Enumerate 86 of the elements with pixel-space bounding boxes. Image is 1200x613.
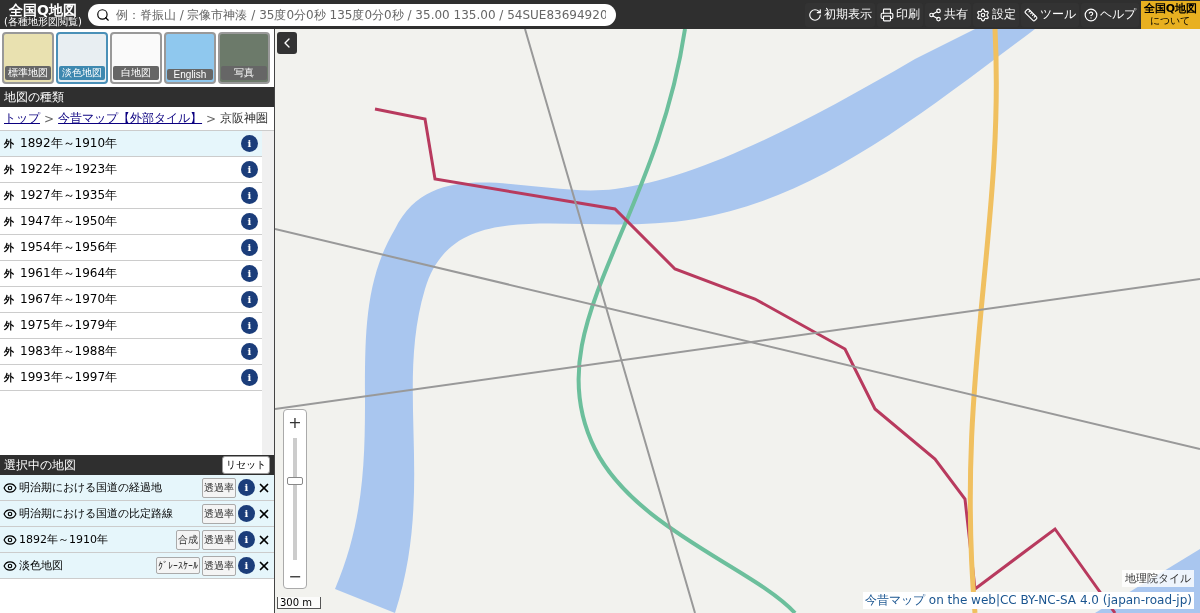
info-button[interactable]: i [241, 343, 258, 360]
help-icon [1083, 7, 1098, 22]
map-type-label: 1947年～1950年 [20, 213, 119, 230]
tile-credit: 地理院タイル [1122, 570, 1194, 587]
eye-icon[interactable] [3, 558, 17, 573]
reset-button[interactable]: リセット [222, 456, 270, 474]
map-type-label: 1954年～1956年 [20, 239, 119, 256]
map-type-item[interactable]: 外 1892年～1910年 i [0, 131, 262, 157]
printer-icon [879, 7, 894, 22]
reload-icon [807, 7, 822, 22]
selected-map-label: 明治期における国道の経過地 [19, 480, 163, 495]
info-button[interactable]: i [241, 135, 258, 152]
toolbar-button[interactable]: ヘルプ [1080, 2, 1139, 27]
section-title: 選択中の地図 [4, 456, 76, 474]
layer-option-button[interactable]: 透過率 [202, 503, 236, 524]
info-button[interactable]: i [241, 239, 258, 256]
basemap-thumbnail[interactable]: 標準地図 [2, 32, 54, 84]
breadcrumb-current[interactable]: 京阪神圏 [220, 110, 269, 127]
logo[interactable]: 全国Q地図 (各種地形図閲覧) [4, 2, 82, 27]
toolbar-button[interactable]: 共有 [924, 2, 971, 27]
external-label: 外 [4, 344, 14, 359]
info-button[interactable]: i [241, 291, 258, 308]
scale-bar: 300 m [277, 597, 321, 609]
zoom-out-button[interactable]: − [284, 564, 306, 588]
map-type-label: 1892年～1910年 [20, 135, 119, 152]
layer-option-button[interactable]: 透過率 [202, 555, 236, 576]
eye-icon[interactable] [3, 506, 17, 521]
external-label: 外 [4, 370, 14, 385]
info-button[interactable]: i [241, 265, 258, 282]
info-button[interactable]: i [238, 505, 255, 522]
map-type-label: 1922年～1923年 [20, 161, 119, 178]
external-label: 外 [4, 240, 14, 255]
layer-option-button[interactable]: 透過率 [202, 477, 236, 498]
external-label: 外 [4, 162, 14, 177]
collapse-button[interactable] [277, 32, 297, 54]
about-button[interactable]: 全国Q地図 について [1140, 0, 1200, 29]
zoom-slider-thumb[interactable] [287, 476, 303, 485]
map-type-label: 1983年～1988年 [20, 343, 119, 360]
basemap-thumbnail[interactable]: 白地図 [110, 32, 162, 84]
external-label: 外 [4, 136, 14, 151]
ruler-icon [1023, 7, 1038, 22]
basemap-thumbnail[interactable]: English [164, 32, 216, 84]
zoom-in-button[interactable]: + [284, 410, 306, 434]
breadcrumb-link[interactable]: トップ [4, 110, 40, 127]
info-button[interactable]: i [238, 531, 255, 548]
info-button[interactable]: i [241, 317, 258, 334]
toolbar-button[interactable]: ツール [1020, 2, 1079, 27]
settings-icon [975, 7, 990, 22]
search-icon [95, 7, 110, 22]
search-field[interactable]: 例：脊振山 / 宗像市神湊 / 35度0分0秒 135度0分0秒 / 35.00 135.00 / 54SUE83694920 [87, 3, 616, 26]
share-icon [927, 7, 942, 22]
selected-map-label: 淡色地図 [19, 558, 64, 573]
eye-icon[interactable] [3, 480, 17, 495]
info-button[interactable]: i [238, 479, 255, 496]
info-button[interactable]: i [241, 187, 258, 204]
basemap-thumbnail[interactable]: 写真 [218, 32, 270, 84]
selected-map-label: 1892年～1910年 [19, 532, 109, 547]
external-label: 外 [4, 188, 14, 203]
info-button[interactable]: i [241, 213, 258, 230]
external-label: 外 [4, 266, 14, 281]
info-button[interactable]: i [241, 369, 258, 386]
layer-option-button[interactable]: 透過率 [202, 529, 236, 550]
external-label: 外 [4, 292, 14, 307]
breadcrumb-separator: > [44, 111, 55, 126]
toolbar-button[interactable]: 設定 [972, 2, 1019, 27]
breadcrumb-link[interactable]: 今昔マップ【外部タイル】 [58, 110, 203, 127]
selected-map-label: 明治期における国道の比定路線 [19, 506, 174, 521]
layer-option-button[interactable]: 合成 [176, 529, 200, 550]
layer-option-button[interactable]: ｸﾞﾚｰｽｹｰﾙ [156, 557, 200, 574]
map-type-label: 1927年～1935年 [20, 187, 119, 204]
info-button[interactable]: i [238, 557, 255, 574]
basemap-thumbnail[interactable]: 淡色地図 [56, 32, 108, 84]
map-type-label: 1961年～1964年 [20, 265, 119, 282]
map-type-label: 1993年～1997年 [20, 369, 119, 386]
eye-icon[interactable] [3, 532, 17, 547]
breadcrumb-separator: > [206, 111, 217, 126]
map-type-label: 1975年～1979年 [20, 317, 119, 334]
toolbar-button[interactable]: 印刷 [876, 2, 923, 27]
section-title: 地図の種類 [4, 88, 64, 106]
toolbar-button[interactable]: 初期表示 [804, 2, 875, 27]
map-view[interactable]: + − 300 m 地理院タイル 今昔マップ on the web|CC BY-NC-SA 4.0 (japan-road-jp) [275, 29, 1200, 613]
info-button[interactable]: i [241, 161, 258, 178]
external-label: 外 [4, 214, 14, 229]
attribution-link[interactable]: 今昔マップ on the web|CC BY-NC-SA 4.0 (japan-road-jp) [863, 592, 1194, 609]
map-type-label: 1967年～1970年 [20, 291, 119, 308]
external-label: 外 [4, 318, 14, 333]
